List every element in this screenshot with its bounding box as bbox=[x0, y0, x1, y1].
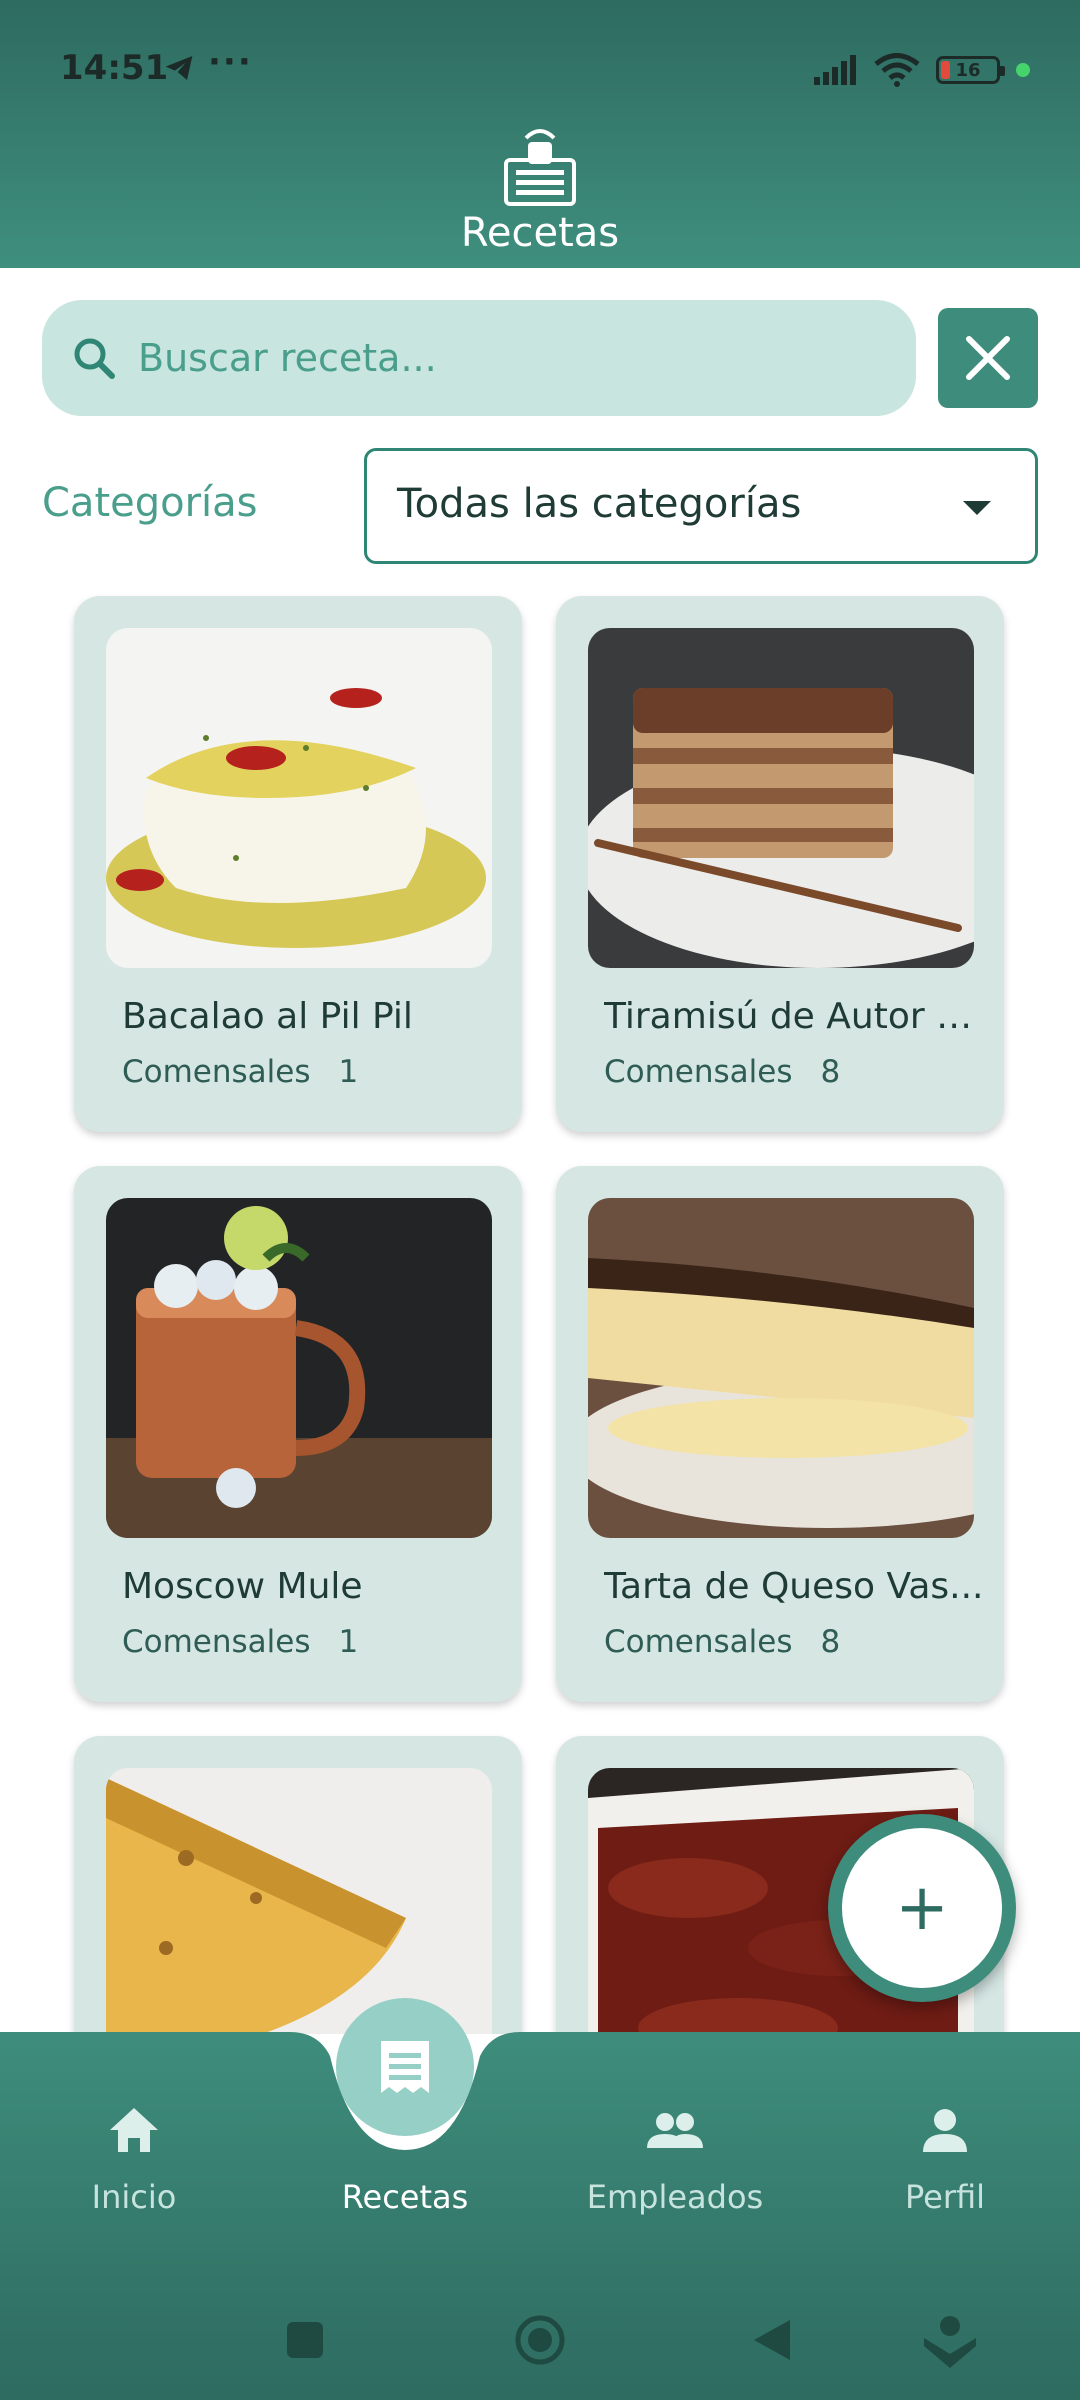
recipe-title: Tarta de Queso Vas... bbox=[604, 1566, 984, 1607]
recipe-diners: Comensales 8 bbox=[604, 1054, 840, 1090]
recipe-diners: Comensales 8 bbox=[604, 1624, 840, 1660]
battery-text: 16 bbox=[955, 59, 981, 81]
back-icon[interactable] bbox=[752, 2318, 792, 2362]
recipe-title: Bacalao al Pil Pil bbox=[122, 996, 413, 1037]
receipt-icon bbox=[381, 2041, 429, 2093]
search-box[interactable] bbox=[42, 300, 916, 416]
recipe-diners: Comensales 1 bbox=[122, 1624, 358, 1660]
recipe-image-bacalao bbox=[106, 628, 492, 968]
recipe-card[interactable]: Bacalao al Pil Pil Comensales 1 bbox=[74, 596, 522, 1132]
recipe-card[interactable]: Tiramisú de Autor (... Comensales 8 bbox=[556, 596, 1004, 1132]
wifi-icon bbox=[874, 53, 920, 87]
recent-apps-icon[interactable] bbox=[285, 2320, 325, 2360]
nav-item-recetas[interactable]: Recetas bbox=[295, 2100, 515, 2216]
nav-label: Recetas bbox=[341, 2178, 469, 2216]
diners-label: Comensales bbox=[604, 1054, 793, 1090]
search-input[interactable] bbox=[138, 328, 898, 388]
diners-count: 1 bbox=[338, 1624, 359, 1660]
plus-icon: + bbox=[895, 1871, 949, 1945]
system-navigation-bar bbox=[0, 2290, 1080, 2390]
recipe-image-tarta-queso bbox=[588, 1198, 974, 1538]
page-title: Recetas bbox=[460, 210, 620, 256]
diners-label: Comensales bbox=[122, 1054, 311, 1090]
nav-label: Empleados bbox=[586, 2178, 764, 2216]
recipe-title: Moscow Mule bbox=[122, 1566, 363, 1607]
diners-label: Comensales bbox=[122, 1624, 311, 1660]
home-icon bbox=[110, 2108, 158, 2152]
telegram-icon bbox=[165, 56, 193, 80]
person-icon bbox=[923, 2109, 967, 2152]
category-selected-value: Todas las categorías bbox=[397, 481, 802, 527]
diners-count: 1 bbox=[338, 1054, 359, 1090]
charging-dot bbox=[1016, 63, 1030, 77]
more-notifications-icon: ··· bbox=[208, 42, 253, 82]
diners-count: 8 bbox=[820, 1054, 841, 1090]
recipe-diners: Comensales 1 bbox=[122, 1054, 358, 1090]
recipe-title: Tiramisú de Autor (... bbox=[604, 996, 984, 1037]
signal-icon bbox=[814, 55, 856, 85]
app-header: 14:51 ··· 16 Recetas bbox=[0, 0, 1080, 268]
assistant-icon[interactable] bbox=[922, 2312, 978, 2370]
home-system-icon[interactable] bbox=[514, 2314, 566, 2366]
diners-count: 8 bbox=[820, 1624, 841, 1660]
recipe-image-tortilla bbox=[106, 1768, 492, 2034]
people-icon bbox=[647, 2113, 703, 2148]
status-icons: 16 bbox=[814, 50, 1030, 90]
recipe-image-moscow-mule bbox=[106, 1198, 492, 1538]
battery-icon: 16 bbox=[936, 56, 1005, 84]
dropdown-arrow-icon bbox=[963, 501, 991, 515]
diners-label: Comensales bbox=[604, 1624, 793, 1660]
category-select[interactable]: Todas las categorías bbox=[364, 448, 1038, 564]
add-recipe-button[interactable]: + bbox=[828, 1814, 1016, 2002]
recipe-card[interactable]: Tarta de Queso Vas... Comensales 8 bbox=[556, 1166, 1004, 1702]
nav-label: Inicio bbox=[91, 2178, 177, 2216]
recipe-card[interactable]: Moscow Mule Comensales 1 bbox=[74, 1166, 522, 1702]
recipe-card[interactable] bbox=[74, 1736, 522, 2034]
search-icon bbox=[74, 338, 115, 379]
close-icon bbox=[966, 336, 1010, 380]
nav-label: Perfil bbox=[904, 2178, 986, 2216]
categories-label: Categorías bbox=[42, 480, 258, 526]
status-time: 14:51 bbox=[60, 48, 169, 88]
nav-item-perfil[interactable]: Perfil bbox=[835, 2100, 1055, 2216]
recipe-book-icon bbox=[504, 129, 576, 206]
clear-search-button[interactable] bbox=[938, 308, 1038, 408]
nav-item-inicio[interactable]: Inicio bbox=[24, 2100, 244, 2216]
recipe-image-tiramisu bbox=[588, 628, 974, 968]
nav-item-empleados[interactable]: Empleados bbox=[565, 2100, 785, 2216]
status-bar: 14:51 ··· 16 bbox=[0, 0, 1080, 130]
